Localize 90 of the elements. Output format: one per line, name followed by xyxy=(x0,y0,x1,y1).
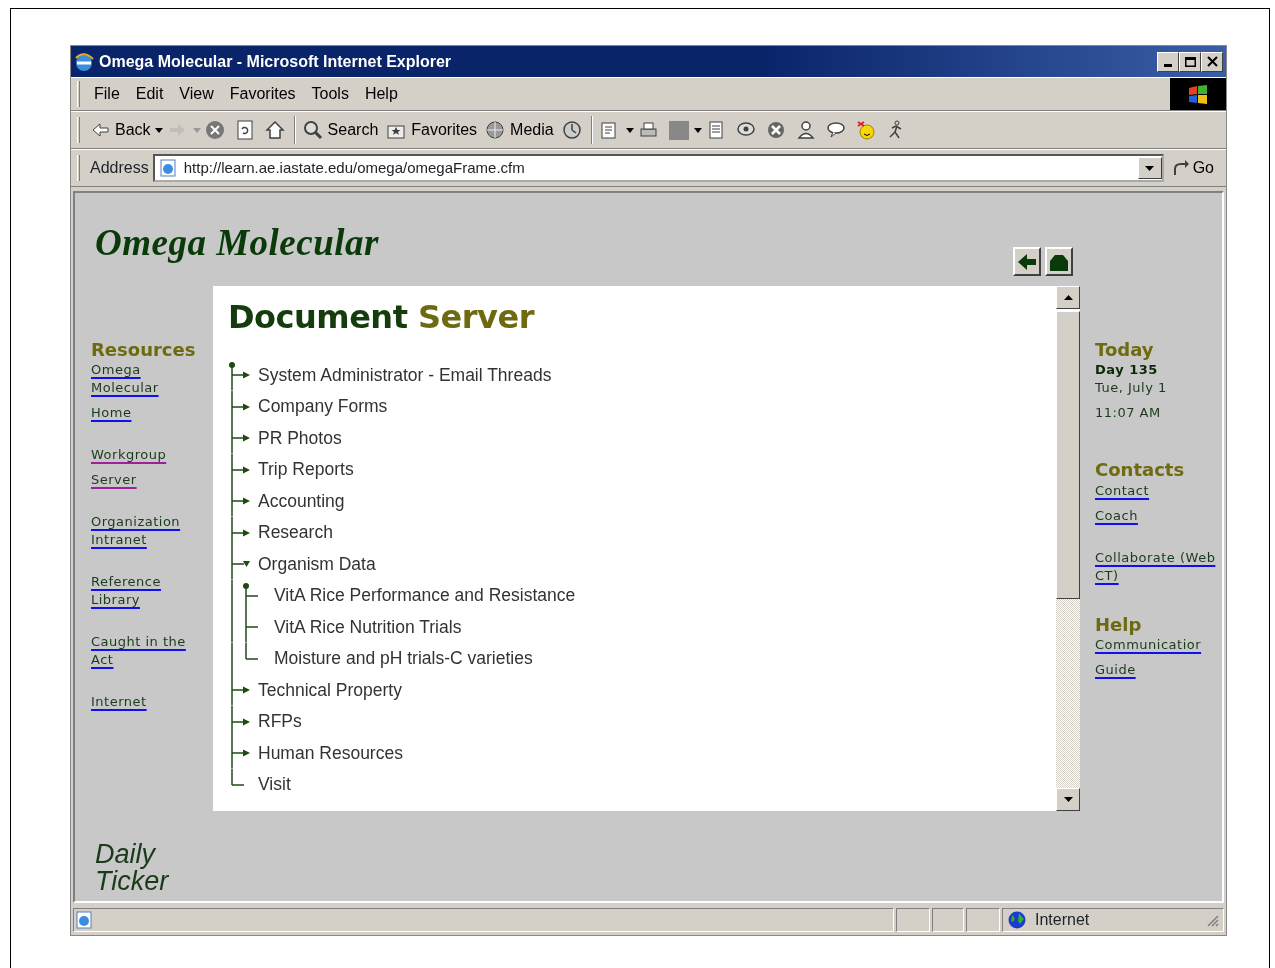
sidebar-link[interactable]: Guide xyxy=(1095,661,1222,680)
back-arrow-icon xyxy=(90,120,112,140)
toolbar-button[interactable]: Search xyxy=(298,115,383,145)
sidebar-link[interactable]: Omega Molecular xyxy=(91,361,199,398)
menu-item[interactable]: View xyxy=(171,80,222,108)
tree-item[interactable]: Human Resources xyxy=(258,739,403,767)
down-arrow-icon xyxy=(1063,797,1073,802)
sidebar-link[interactable]: Workgroup xyxy=(91,446,199,465)
time-text: 11:07 AM xyxy=(1095,404,1162,423)
tree-item[interactable]: Organism Data xyxy=(258,550,376,578)
sidebar-link[interactable]: Caught in the Act xyxy=(91,633,199,670)
sidebar-link[interactable]: Communicatior xyxy=(1095,636,1222,655)
tree-item[interactable]: VitA Rice Nutrition Trials xyxy=(274,613,462,641)
minimize-icon xyxy=(1164,64,1172,67)
section-heading: Today xyxy=(1095,338,1155,362)
house-icon xyxy=(1049,252,1069,271)
home-icon xyxy=(264,120,287,140)
close-button[interactable] xyxy=(1201,51,1223,72)
address-field[interactable]: http://learn.ae.iastate.edu/omega/omegaFrame.cfm xyxy=(152,154,1164,182)
menu-item[interactable]: File xyxy=(86,80,128,108)
section-heading: Help xyxy=(1095,612,1143,637)
maximize-button[interactable] xyxy=(1179,51,1201,72)
search-icon xyxy=(302,120,325,140)
sidebar-link[interactable]: Reference Library xyxy=(91,573,199,610)
status-pane xyxy=(896,908,930,932)
tree-item[interactable]: RFPs xyxy=(258,708,302,735)
flag-icon xyxy=(1187,84,1209,104)
status-zone-text: Internet xyxy=(1035,910,1090,930)
dropdown-arrow-icon[interactable] xyxy=(154,127,163,133)
tree-item[interactable]: Company Forms xyxy=(258,393,388,420)
globe-icon xyxy=(1007,910,1027,930)
dropdown-arrow-icon xyxy=(1145,165,1155,171)
sidebar-link[interactable]: Collaborate (Web CT) xyxy=(1095,548,1222,585)
toolbar-button[interactable]: Media xyxy=(481,115,558,145)
dropdown-arrow-icon[interactable] xyxy=(625,127,634,133)
sidebar-link[interactable]: Contact xyxy=(1095,481,1222,500)
sidebar-link[interactable]: Coach xyxy=(1095,506,1222,525)
sidebar-link[interactable]: Internet xyxy=(91,693,199,712)
print-icon xyxy=(637,120,660,140)
minimize-button[interactable] xyxy=(1157,51,1179,72)
tree-item[interactable]: Technical Property xyxy=(258,676,402,704)
clock-icon xyxy=(561,120,584,140)
page-icon xyxy=(157,158,178,178)
resize-grip-icon xyxy=(1205,913,1219,927)
tree-item[interactable]: VitA Rice Performance and Resistance xyxy=(274,582,576,609)
sidebar-link[interactable]: Home xyxy=(91,404,199,423)
scrollbar-thumb[interactable] xyxy=(1056,311,1080,599)
tree-item[interactable]: System Administrator - Email Threads xyxy=(258,361,552,389)
section-heading: Resources xyxy=(91,338,197,362)
browser-icon xyxy=(74,51,94,72)
window-title: Omega Molecular - Microsoft Internet Explorer xyxy=(99,51,453,72)
section-heading: Contacts xyxy=(1095,458,1186,482)
date-text: Tue, July 1 xyxy=(1095,379,1168,398)
address-label: Address xyxy=(90,158,149,178)
sidebar-link[interactable]: Server xyxy=(91,471,199,490)
menu-item[interactable]: Tools xyxy=(303,80,357,108)
sidebar-link[interactable]: Organization Intranet xyxy=(91,513,199,550)
day-counter: Day 135 xyxy=(1095,361,1159,380)
maximize-icon xyxy=(1184,56,1196,67)
tree-item[interactable]: Accounting xyxy=(258,487,345,515)
tree-item[interactable]: Trip Reports xyxy=(258,456,354,483)
speech-bubble-icon xyxy=(825,120,848,140)
curved-arrow-icon xyxy=(1171,159,1190,177)
tree-item[interactable]: Visit xyxy=(258,771,291,798)
tree-item[interactable]: PR Photos xyxy=(258,424,342,452)
menu-item[interactable]: Help xyxy=(356,80,406,108)
scroll-down-button[interactable] xyxy=(1056,788,1080,811)
back-button[interactable] xyxy=(1013,247,1041,276)
status-pane xyxy=(966,908,1000,932)
close-icon xyxy=(1206,56,1218,67)
page-icon xyxy=(74,910,94,930)
dropdown-arrow-icon[interactable] xyxy=(693,127,702,133)
smiley-icon xyxy=(855,120,878,140)
tree-item[interactable]: Moisture and pH trials-C varieties xyxy=(274,645,533,672)
toolbar-button[interactable]: Favorites xyxy=(382,115,482,145)
document-title: Document Server xyxy=(228,300,536,336)
home-button[interactable] xyxy=(1045,247,1073,276)
tree-item[interactable]: Research xyxy=(258,519,333,546)
toolbar-button[interactable]: Back xyxy=(86,115,155,145)
left-arrow-icon xyxy=(1017,252,1037,271)
scroll-up-button[interactable] xyxy=(1056,286,1080,309)
menu-item[interactable]: Favorites xyxy=(221,80,304,108)
stop-icon xyxy=(204,120,227,140)
dropdown-button[interactable] xyxy=(1137,157,1162,179)
up-arrow-icon xyxy=(1063,295,1073,300)
menu-item[interactable]: Edit xyxy=(127,80,172,108)
site-logo: Omega Molecular xyxy=(94,221,380,265)
go-button[interactable]: Go xyxy=(1167,153,1218,183)
status-pane xyxy=(932,908,964,932)
daily-ticker-heading: Daily Ticker xyxy=(94,838,170,898)
